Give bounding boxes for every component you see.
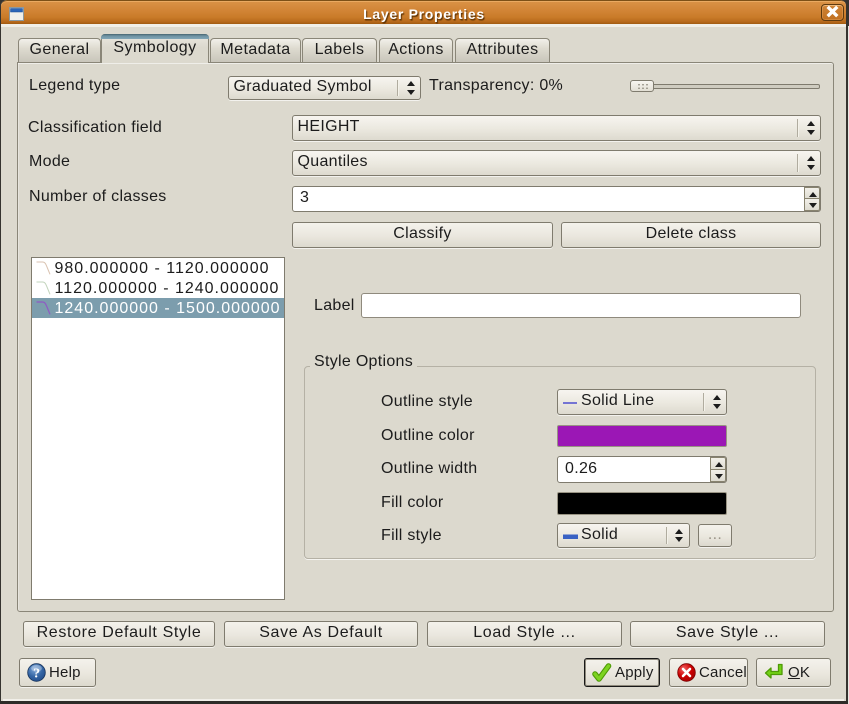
svg-text:?: ? (33, 667, 40, 682)
